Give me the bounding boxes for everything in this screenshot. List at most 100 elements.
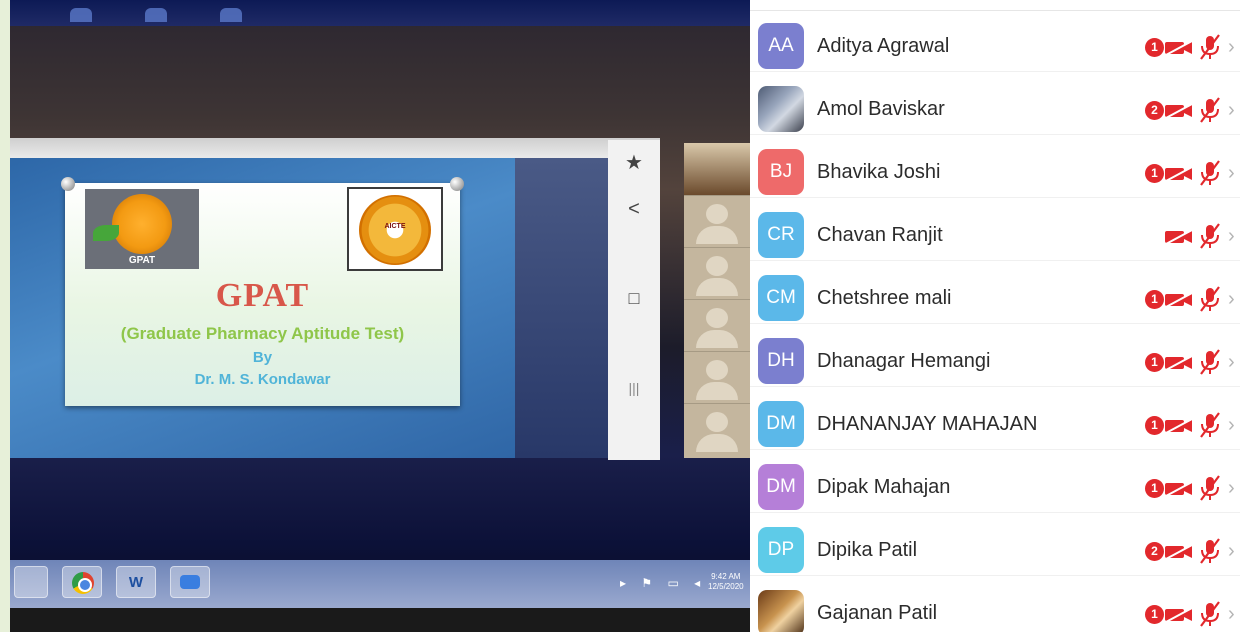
avatar: BJ bbox=[758, 149, 804, 195]
participant-name: Dipak Mahajan bbox=[817, 476, 951, 498]
chevron-right-icon[interactable]: › bbox=[1228, 99, 1235, 122]
desktop-top-strip bbox=[10, 0, 750, 26]
video-thumbnail[interactable] bbox=[684, 351, 750, 403]
mic-off-icon[interactable] bbox=[1197, 34, 1223, 60]
screenshot: GPAT AICTE GPAT (Graduate Pharmacy Aptit… bbox=[0, 0, 1240, 632]
star-icon[interactable]: ★ bbox=[608, 150, 660, 175]
pin-icon bbox=[61, 177, 75, 191]
video-thumbnail-strip bbox=[684, 143, 750, 458]
user-silhouette-icon bbox=[706, 256, 728, 276]
participant-row[interactable]: CR Chavan Ranjit › bbox=[750, 198, 1240, 261]
unread-badge: 2 bbox=[1145, 542, 1164, 561]
mic-off-icon[interactable] bbox=[1197, 601, 1223, 627]
participant-row[interactable]: CM Chetshree mali 1 › bbox=[750, 261, 1240, 324]
chevron-right-icon[interactable]: › bbox=[1228, 225, 1235, 248]
back-icon[interactable]: < bbox=[608, 198, 660, 221]
home-icon[interactable]: □ bbox=[608, 288, 660, 309]
participant-name: Gajanan Patil bbox=[817, 602, 938, 624]
chevron-right-icon[interactable]: › bbox=[1228, 477, 1235, 500]
mic-off-icon[interactable] bbox=[1197, 538, 1223, 564]
desktop-icon bbox=[220, 8, 242, 22]
pin-icon bbox=[450, 177, 464, 191]
video-thumbnail-photo[interactable] bbox=[684, 143, 750, 195]
avatar bbox=[758, 86, 804, 132]
participant-name: Chavan Ranjit bbox=[817, 224, 943, 246]
word-taskbar-button[interactable]: W bbox=[116, 566, 156, 598]
video-off-icon[interactable] bbox=[1164, 40, 1194, 56]
mic-off-icon[interactable] bbox=[1197, 223, 1223, 249]
mic-off-icon[interactable] bbox=[1197, 97, 1223, 123]
user-silhouette-icon bbox=[706, 360, 728, 380]
participant-row[interactable]: DH Dhanagar Hemangi 1 › bbox=[750, 324, 1240, 387]
word-icon: W bbox=[128, 574, 144, 591]
system-tray-icons[interactable]: ▸ ⚑ ▭ ◂ bbox=[620, 576, 706, 590]
video-off-icon[interactable] bbox=[1164, 166, 1194, 182]
avatar: DH bbox=[758, 338, 804, 384]
participant-row[interactable]: AA Aditya Agrawal 1 › bbox=[750, 9, 1240, 72]
participant-name: Chetshree mali bbox=[817, 287, 952, 309]
participant-row[interactable]: Gajanan Patil 1 › bbox=[750, 576, 1240, 632]
recents-icon[interactable]: ||| bbox=[608, 380, 660, 396]
video-off-icon[interactable] bbox=[1164, 607, 1194, 623]
unread-badge: 1 bbox=[1145, 290, 1164, 309]
desktop-icon bbox=[70, 8, 92, 22]
participant-name: Amol Baviskar bbox=[817, 98, 945, 120]
chevron-right-icon[interactable]: › bbox=[1228, 603, 1235, 626]
mic-off-icon[interactable] bbox=[1197, 349, 1223, 375]
video-off-icon[interactable] bbox=[1164, 481, 1194, 497]
start-button[interactable] bbox=[14, 566, 48, 598]
video-thumbnail[interactable] bbox=[684, 299, 750, 351]
participant-row[interactable]: BJ Bhavika Joshi 1 › bbox=[750, 135, 1240, 198]
unread-badge: 1 bbox=[1145, 479, 1164, 498]
gpat-logo-emblem bbox=[112, 194, 172, 254]
participant-row[interactable]: DP Dipika Patil 2 › bbox=[750, 513, 1240, 576]
avatar: CM bbox=[758, 275, 804, 321]
chrome-taskbar-button[interactable] bbox=[62, 566, 102, 598]
zoom-taskbar-button[interactable] bbox=[170, 566, 210, 598]
mic-off-icon[interactable] bbox=[1197, 160, 1223, 186]
video-off-icon[interactable] bbox=[1164, 355, 1194, 371]
chevron-right-icon[interactable]: › bbox=[1228, 414, 1235, 437]
avatar bbox=[758, 590, 804, 632]
avatar: DP bbox=[758, 527, 804, 573]
presentation-slide-edge bbox=[515, 158, 608, 458]
video-off-icon[interactable] bbox=[1164, 229, 1194, 245]
mic-off-icon[interactable] bbox=[1197, 412, 1223, 438]
participant-row[interactable]: DM DHANANJAY MAHAJAN 1 › bbox=[750, 387, 1240, 450]
frame-edge bbox=[0, 0, 10, 632]
slide-by: By bbox=[252, 349, 273, 366]
chevron-right-icon[interactable]: › bbox=[1228, 36, 1235, 59]
mic-off-icon[interactable] bbox=[1197, 475, 1223, 501]
mic-off-icon[interactable] bbox=[1197, 286, 1223, 312]
clock-time: 9:42 AM bbox=[711, 572, 741, 581]
participant-name: Bhavika Joshi bbox=[817, 161, 941, 183]
gpat-logo-text: GPAT bbox=[128, 255, 156, 266]
chevron-right-icon[interactable]: › bbox=[1228, 351, 1235, 374]
avatar: DM bbox=[758, 464, 804, 510]
chevron-right-icon[interactable]: › bbox=[1228, 540, 1235, 563]
video-off-icon[interactable] bbox=[1164, 292, 1194, 308]
video-off-icon[interactable] bbox=[1164, 103, 1194, 119]
side-toolbar: ★ < □ ||| bbox=[608, 140, 660, 460]
shared-screen-photo: GPAT AICTE GPAT (Graduate Pharmacy Aptit… bbox=[0, 0, 750, 632]
taskbar-clock[interactable]: 9:42 AM 12/5/2020 bbox=[708, 572, 744, 592]
unread-badge: 2 bbox=[1145, 101, 1164, 120]
video-thumbnail[interactable] bbox=[684, 403, 750, 458]
video-off-icon[interactable] bbox=[1164, 544, 1194, 560]
gear-icon: AICTE bbox=[359, 195, 431, 265]
participant-row[interactable]: DM Dipak Mahajan 1 › bbox=[750, 450, 1240, 513]
chevron-right-icon[interactable]: › bbox=[1228, 162, 1235, 185]
video-thumbnail[interactable] bbox=[684, 247, 750, 299]
video-thumbnail[interactable] bbox=[684, 195, 750, 247]
unread-badge: 1 bbox=[1145, 164, 1164, 183]
user-silhouette-icon bbox=[706, 308, 728, 328]
gpat-logo: GPAT bbox=[85, 189, 199, 269]
slide-card: GPAT AICTE GPAT (Graduate Pharmacy Aptit… bbox=[61, 177, 464, 406]
presentation-window-titlebar bbox=[10, 138, 660, 158]
chevron-right-icon[interactable]: › bbox=[1228, 288, 1235, 311]
clock-date: 12/5/2020 bbox=[708, 582, 744, 591]
windows-taskbar: W ▸ ⚑ ▭ ◂ 9:42 AM 12/5/2020 bbox=[10, 560, 750, 608]
participant-row[interactable]: Amol Baviskar 2 › bbox=[750, 72, 1240, 135]
participants-list: AA Aditya Agrawal 1 › Amol Baviskar 2 › BJ Bhavi… bbox=[750, 10, 1240, 632]
video-off-icon[interactable] bbox=[1164, 418, 1194, 434]
